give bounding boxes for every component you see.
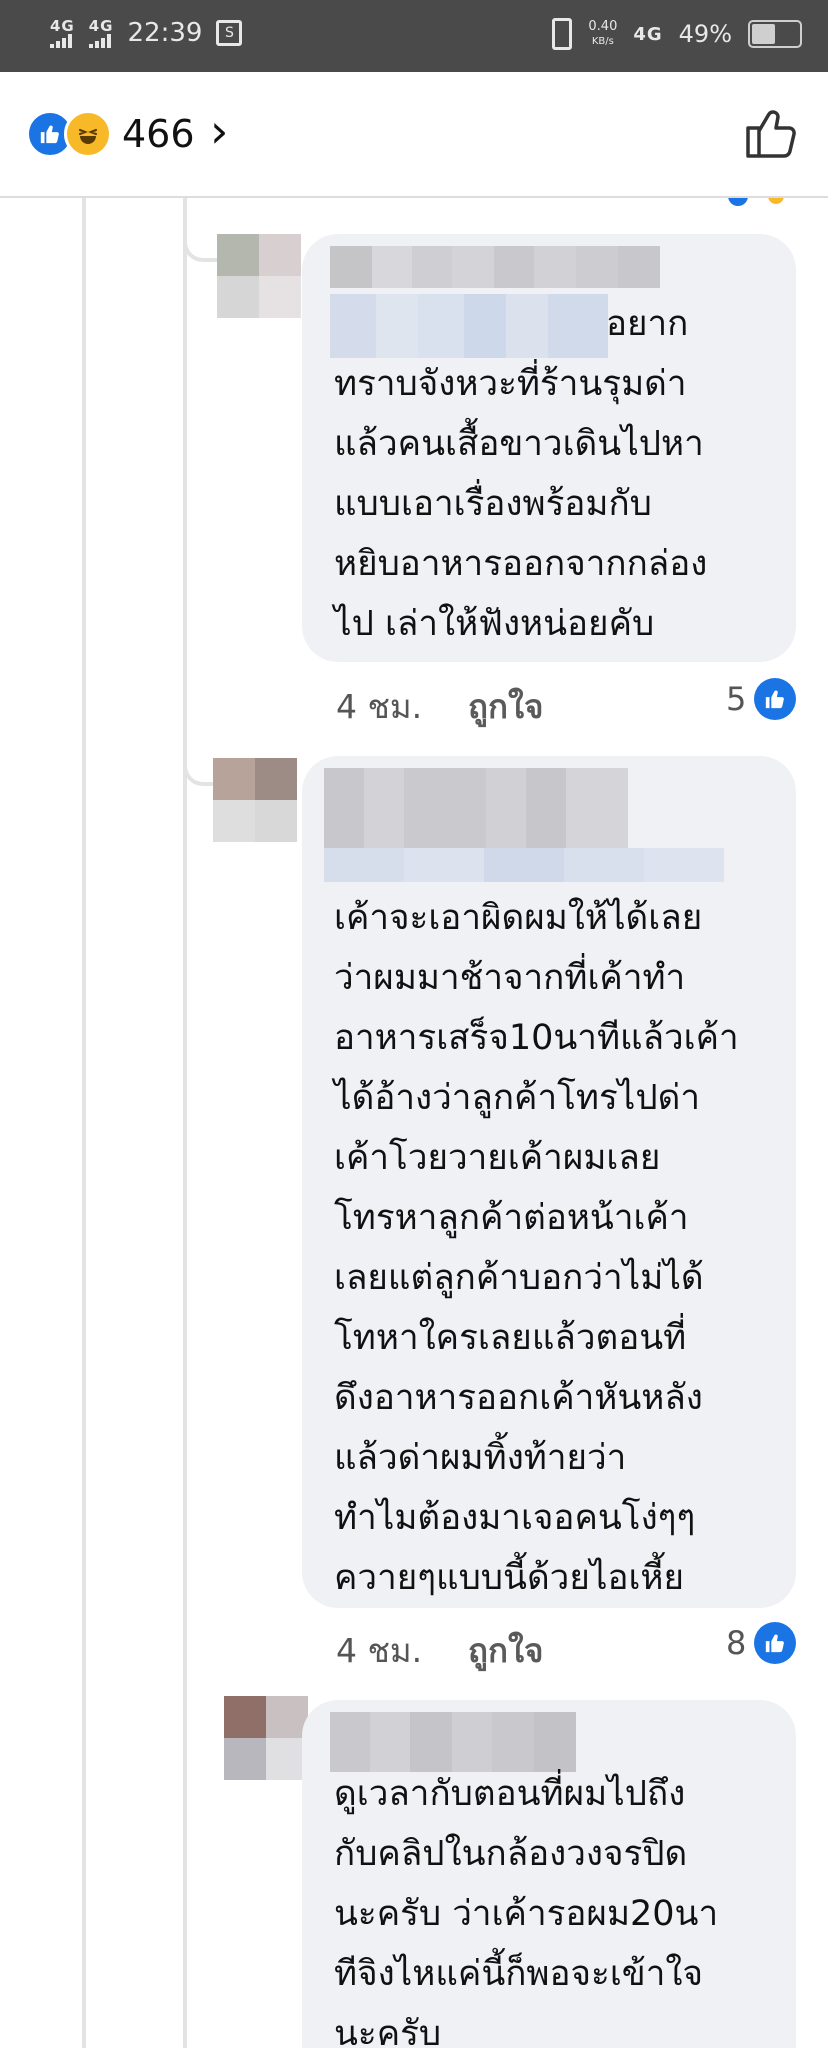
comment-text-inline: อยาก [606, 304, 689, 344]
clock: 22:39 [127, 18, 203, 48]
comment-text: ดูเวลากับตอนที่ผมไปถึง กับคลิปในกล้องวงจ… [334, 1774, 719, 2048]
notification-icon: S [216, 20, 243, 46]
haha-icon [64, 110, 112, 158]
reactions-sheet: 466 › อยาก ทราบจังหวะที่ร้านรุมด่า แล้วค… [0, 72, 828, 2048]
like-icon[interactable] [754, 678, 796, 720]
comment-time: 4 ชม. [336, 1631, 423, 1670]
reactions-header: 466 › [0, 72, 828, 198]
status-bar: 4G 4G 22:39 S 0.40 KB/s 4G 49% [0, 0, 828, 72]
chevron-right-icon[interactable]: › [210, 104, 228, 158]
battery-icon [748, 20, 802, 48]
vibrate-icon [552, 18, 573, 50]
reaction-count[interactable]: 5 [726, 680, 746, 718]
reaction-count[interactable]: 8 [726, 1624, 746, 1662]
thread-line [82, 196, 86, 2048]
comment-bubble[interactable]: อยาก ทราบจังหวะที่ร้านรุมด่า แล้วคนเสื้อ… [302, 234, 796, 662]
avatar[interactable] [224, 1696, 308, 1780]
comment-time: 4 ชม. [336, 687, 423, 726]
network-type-2: 4G [88, 16, 114, 35]
like-outline-icon[interactable] [742, 102, 802, 162]
data-speed: 0.40 KB/s [588, 18, 618, 49]
reply-connector [183, 234, 221, 262]
comment-meta: 4 ชม. ถูกใจ [336, 1624, 596, 1670]
comment-text: ทราบจังหวะที่ร้านรุมด่า แล้วคนเสื้อขาวเด… [334, 364, 708, 644]
like-icon[interactable] [754, 1622, 796, 1664]
mention-blurred[interactable] [330, 294, 608, 358]
commenter-name-blurred[interactable] [324, 768, 628, 850]
comment-meta: 4 ชม. ถูกใจ [336, 680, 596, 726]
comment-bubble[interactable]: เค้าจะเอาผิดผมให้ได้เลย ว่าผมมาช้าจากที่… [302, 756, 796, 1608]
signal-bars-icon [88, 33, 111, 48]
avatar[interactable] [213, 758, 297, 842]
comment-text: เค้าจะเอาผิดผมให้ได้เลย ว่าผมมาช้าจากที่… [334, 898, 739, 1598]
reaction-count[interactable]: 466 [122, 112, 195, 156]
like-button[interactable]: ถูกใจ [468, 680, 543, 733]
like-button[interactable]: ถูกใจ [468, 1624, 543, 1677]
signal-bars-icon [50, 33, 72, 48]
thread-line-reply [183, 196, 187, 2048]
data-speed-unit: KB/s [591, 35, 614, 47]
avatar[interactable] [217, 234, 301, 318]
mention-blurred[interactable] [324, 848, 724, 882]
commenter-name-blurred[interactable] [330, 246, 660, 288]
battery-percent: 49% [678, 20, 732, 48]
data-speed-value: 0.40 [588, 18, 618, 34]
network-type-3: 4G [633, 23, 663, 45]
reaction-icons[interactable] [26, 110, 112, 158]
network-type-1: 4G [50, 16, 75, 35]
comment-bubble[interactable]: ดูเวลากับตอนที่ผมไปถึง กับคลิปในกล้องวงจ… [302, 1700, 796, 2048]
signal-2: 4G [88, 16, 114, 48]
commenter-name-blurred[interactable] [330, 1712, 576, 1772]
signal-1: 4G [50, 16, 75, 48]
